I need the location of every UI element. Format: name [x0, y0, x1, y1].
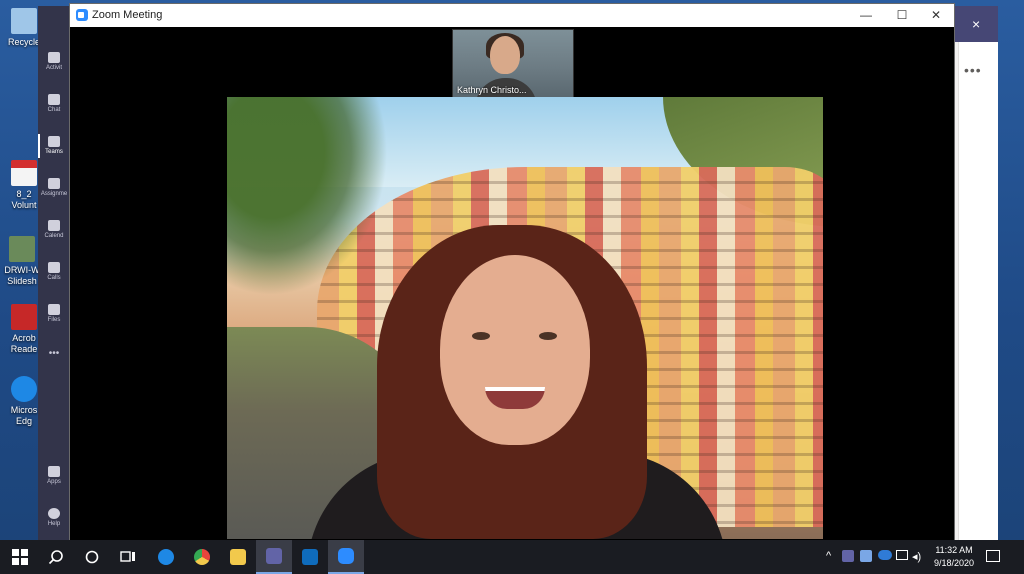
desktop-icon-label: Acrob Reade — [10, 333, 38, 354]
teams-right-panel — [958, 42, 998, 540]
rail-label: Activit — [45, 65, 62, 71]
rail-label: Apps — [47, 479, 61, 485]
rail-chat[interactable]: Chat — [38, 94, 70, 113]
teams-icon — [48, 136, 60, 147]
desktop-icon-label: DRWI-W Slidesh — [4, 265, 40, 286]
rail-help[interactable]: Help — [38, 508, 70, 527]
taskbar-outlook[interactable] — [292, 540, 328, 574]
rail-label: Calls — [47, 275, 61, 281]
pdf-file-icon — [11, 160, 37, 186]
taskbar-edge[interactable] — [148, 540, 184, 574]
rail-assignments[interactable]: Assignme — [38, 178, 70, 197]
taskbar-teams[interactable] — [256, 540, 292, 574]
teams-close-icon[interactable]: × — [972, 16, 980, 32]
video-background-pine — [227, 97, 397, 307]
clock-time: 11:32 AM — [935, 545, 973, 555]
taskbar-chrome[interactable] — [184, 540, 220, 574]
active-speaker-video[interactable] — [227, 97, 823, 539]
zoom-icon — [338, 548, 354, 564]
rail-more[interactable]: ••• — [38, 348, 70, 359]
speaker-face — [440, 255, 590, 445]
windows-taskbar: ^ ◂) 11:32 AM 9/18/2020 — [0, 540, 1024, 574]
rail-label: Files — [47, 317, 61, 323]
taskbar-zoom[interactable] — [328, 540, 364, 574]
rail-label: Teams — [45, 149, 63, 155]
speaker-eye — [539, 332, 557, 340]
zoom-meeting-window: Zoom Meeting — ☐ ✕ Kathryn Christo... — [69, 3, 955, 542]
system-clock[interactable]: 11:32 AM 9/18/2020 — [928, 544, 980, 570]
rail-label: Calend — [44, 233, 64, 239]
desktop-icon-label: Recycle — [7, 37, 40, 47]
more-icon: ••• — [48, 348, 60, 359]
rail-calendar[interactable]: Calend — [38, 220, 70, 239]
clock-date: 9/18/2020 — [933, 558, 975, 568]
outlook-icon — [302, 549, 318, 565]
window-title: Zoom Meeting — [92, 9, 163, 21]
network-icon[interactable] — [860, 550, 872, 562]
cortana-button[interactable] — [74, 540, 110, 574]
participant-thumbnail[interactable]: Kathryn Christo... — [452, 29, 574, 98]
rail-apps[interactable]: Apps — [38, 466, 70, 485]
more-options-icon[interactable]: ••• — [964, 62, 982, 78]
assignments-icon — [48, 178, 60, 189]
zoom-logo-icon — [76, 9, 88, 21]
bell-icon — [48, 52, 60, 63]
maximize-button[interactable]: ☐ — [888, 7, 916, 24]
acrobat-reader-icon — [11, 304, 37, 330]
file-icon — [48, 304, 60, 315]
taskbar-file-explorer[interactable] — [220, 540, 256, 574]
teams-tray-icon[interactable] — [842, 550, 854, 562]
cortana-icon — [85, 550, 99, 564]
minimize-button[interactable]: — — [852, 7, 880, 24]
rail-files[interactable]: Files — [38, 304, 70, 323]
rail-calls[interactable]: Calls — [38, 262, 70, 281]
slideshow-file-icon — [9, 236, 35, 262]
rail-activity[interactable]: Activit — [38, 52, 70, 71]
desktop-icon-slideshow[interactable]: DRWI-W Slidesh — [2, 236, 42, 287]
edge-icon — [11, 376, 37, 402]
calendar-icon — [48, 220, 60, 231]
zoom-titlebar: Zoom Meeting — ☐ ✕ — [70, 4, 954, 27]
apps-icon — [48, 466, 60, 477]
recycle-bin-icon — [11, 8, 37, 34]
chat-icon — [48, 94, 60, 105]
rail-label: Help — [47, 521, 61, 527]
file-explorer-icon — [230, 549, 246, 565]
start-button[interactable] — [2, 540, 38, 574]
rail-teams[interactable]: Teams — [38, 134, 70, 158]
speaker-eye — [472, 332, 490, 340]
windows-start-icon — [12, 549, 28, 565]
show-hidden-icons[interactable]: ^ — [826, 550, 831, 562]
help-icon — [48, 508, 60, 519]
search-icon — [48, 550, 63, 565]
teams-icon — [266, 548, 282, 564]
close-button[interactable]: ✕ — [922, 7, 950, 24]
task-view-button[interactable] — [110, 540, 146, 574]
task-view-icon — [120, 551, 135, 562]
battery-icon[interactable] — [896, 550, 908, 560]
desktop-icon-label: 8_2 Volunt — [11, 189, 37, 210]
volume-icon[interactable]: ◂) — [912, 550, 921, 563]
rail-label: Chat — [47, 107, 61, 113]
edge-icon — [158, 549, 174, 565]
thumbnail-face — [490, 36, 520, 74]
participant-name: Kathryn Christo... — [457, 85, 527, 95]
phone-icon — [48, 262, 60, 273]
chrome-icon — [194, 549, 210, 565]
onedrive-icon[interactable] — [878, 550, 892, 560]
search-button[interactable] — [38, 540, 74, 574]
teams-app-rail: Activit Chat Teams Assignme Calend Calls… — [38, 6, 70, 540]
desktop-icon-label: Micros Edg — [10, 405, 38, 426]
action-center-icon[interactable] — [986, 550, 1000, 562]
rail-label: Assignme — [40, 191, 68, 197]
